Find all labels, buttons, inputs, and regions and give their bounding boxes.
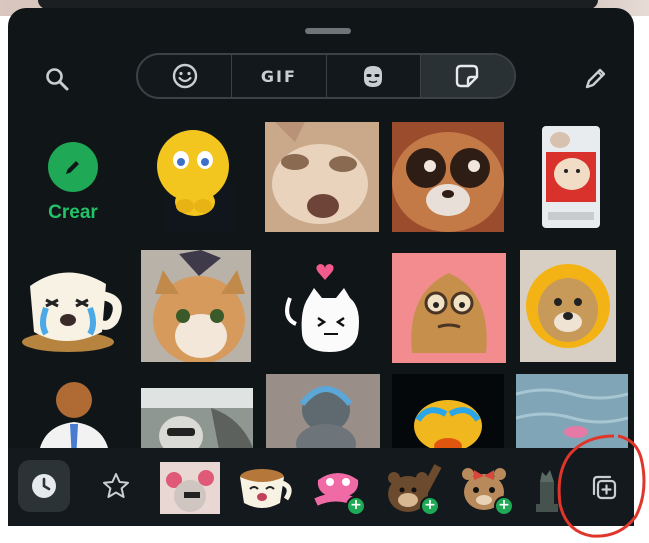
pack-chess-image xyxy=(536,470,558,512)
sticker-emoji-begging-image xyxy=(157,130,235,232)
add-pack-badge: + xyxy=(494,496,514,516)
sticker-emoji-begging[interactable] xyxy=(145,122,251,232)
sticker-cat-closeup[interactable] xyxy=(265,122,379,232)
tab-gif[interactable]: GIF xyxy=(232,55,327,97)
sticker-cat-in-phone[interactable] xyxy=(538,122,604,232)
star-icon xyxy=(103,473,129,498)
favorites-button[interactable] xyxy=(96,466,136,506)
create-sticker-button[interactable]: Crear xyxy=(18,128,128,238)
pack-chess[interactable] xyxy=(528,458,572,518)
create-label: Crear xyxy=(48,202,98,223)
picker-tabs: GIF xyxy=(136,53,516,99)
pack-cat-grandma-image xyxy=(160,462,220,514)
search-icon xyxy=(46,68,69,91)
drag-handle[interactable] xyxy=(305,28,351,34)
sticker-pou-glasses[interactable] xyxy=(392,253,506,363)
pack-cat-grandma[interactable] xyxy=(160,458,220,518)
sticker-cat-party-hat-image xyxy=(141,250,251,362)
pack-coffee-cup[interactable] xyxy=(234,458,294,518)
gif-label: GIF xyxy=(260,66,297,86)
recent-stickers-button[interactable] xyxy=(18,460,70,512)
sticker-cat-in-phone-image xyxy=(542,126,600,228)
tab-emoji[interactable] xyxy=(138,55,233,97)
tab-avatar[interactable] xyxy=(327,55,421,97)
pencil-icon xyxy=(66,161,79,174)
pencil-icon xyxy=(585,68,606,89)
sticker-white-cat-heart-image xyxy=(285,264,359,352)
sticker-dog-sunflower-image xyxy=(520,250,616,362)
sticker-white-cat-heart[interactable] xyxy=(270,258,380,358)
sticker-sad-bushbaby[interactable] xyxy=(392,122,504,232)
add-pack-badge: + xyxy=(346,496,366,516)
sticker-sad-bushbaby-image xyxy=(392,122,504,232)
pack-coffee-cup-image xyxy=(240,469,292,508)
clock-icon xyxy=(32,474,56,498)
search-button[interactable] xyxy=(36,58,78,100)
pack-bear-wave[interactable]: + xyxy=(382,458,442,518)
sticker-grid: Crear xyxy=(8,118,634,460)
emoji-icon xyxy=(172,63,197,89)
pack-bear-bow[interactable]: + xyxy=(456,458,516,518)
sticker-pack-tray: + + + xyxy=(8,448,634,526)
sticker-icon xyxy=(456,64,479,88)
add-sticker-icon xyxy=(592,475,617,500)
edit-button[interactable] xyxy=(574,58,616,100)
sticker-crying-cup[interactable] xyxy=(16,250,128,360)
avatar-icon xyxy=(364,66,383,87)
sticker-crying-cup-image xyxy=(22,272,122,352)
tab-stickers[interactable] xyxy=(420,55,514,97)
sticker-cat-closeup-image xyxy=(265,122,379,232)
add-sticker-pack-button[interactable] xyxy=(584,468,624,508)
create-circle xyxy=(48,142,98,192)
sticker-panel: GIF Crear + + + xyxy=(8,8,634,526)
sticker-dog-sunflower[interactable] xyxy=(520,250,616,362)
add-pack-badge: + xyxy=(420,496,440,516)
sticker-pou-glasses-image xyxy=(392,253,506,363)
sticker-cat-party-hat[interactable] xyxy=(141,250,251,362)
pack-pink-cat[interactable]: + xyxy=(308,458,368,518)
